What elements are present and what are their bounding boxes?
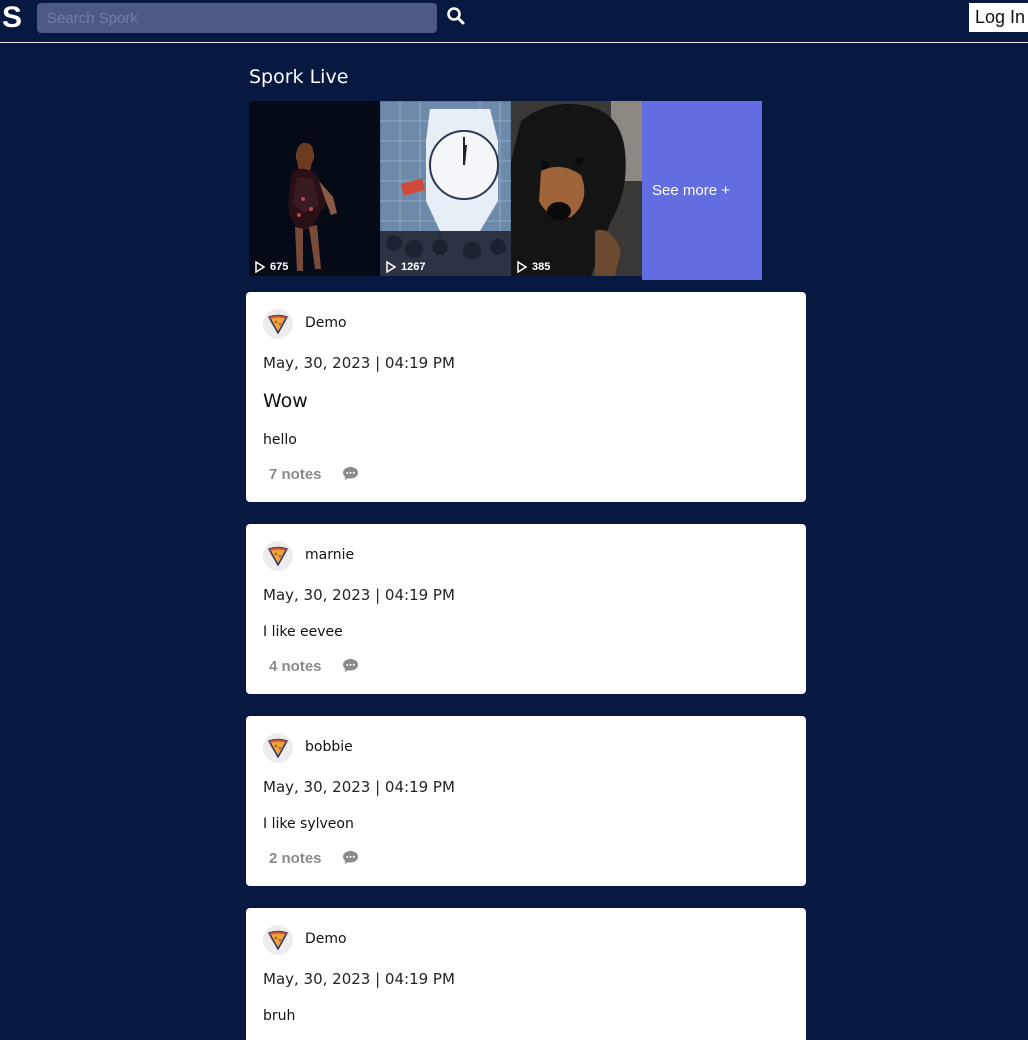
post-date: May, 30, 2023 | 04:19 PM bbox=[263, 354, 455, 372]
pizza-avatar-icon bbox=[268, 738, 288, 758]
post-body: I like eevee bbox=[263, 624, 343, 640]
live-video-1[interactable]: 675 bbox=[249, 101, 380, 276]
pizza-avatar-icon bbox=[268, 546, 288, 566]
view-count: 385 bbox=[532, 261, 551, 273]
top-navbar: S Log In bbox=[0, 0, 1028, 43]
post-date: May, 30, 2023 | 04:19 PM bbox=[263, 970, 455, 988]
post-card: bobbie May, 30, 2023 | 04:19 PM I like s… bbox=[246, 716, 806, 886]
live-video-row: 675 1267 385 See more + bbox=[249, 101, 762, 280]
post-date: May, 30, 2023 | 04:19 PM bbox=[263, 586, 455, 604]
video-3-views: 385 bbox=[516, 261, 550, 273]
video-1-views: 675 bbox=[254, 261, 288, 273]
live-section-title: Spork Live bbox=[249, 66, 349, 88]
post-title: Wow bbox=[263, 390, 308, 412]
comment-icon[interactable] bbox=[342, 466, 359, 481]
play-icon bbox=[255, 261, 266, 273]
play-icon bbox=[517, 261, 528, 273]
post-username[interactable]: bobbie bbox=[305, 739, 353, 755]
post-date: May, 30, 2023 | 04:19 PM bbox=[263, 778, 455, 796]
post-username[interactable]: Demo bbox=[305, 315, 347, 331]
post-notes-count[interactable]: 4 notes bbox=[269, 658, 322, 675]
post-username[interactable]: marnie bbox=[305, 547, 354, 563]
avatar[interactable] bbox=[263, 733, 293, 763]
pizza-avatar-icon bbox=[268, 314, 288, 334]
comment-icon[interactable] bbox=[342, 850, 359, 865]
search-button[interactable] bbox=[445, 6, 467, 28]
post-body: hello bbox=[263, 432, 297, 448]
video-thumbnail-singer bbox=[249, 101, 380, 276]
post-body: bruh bbox=[263, 1008, 296, 1024]
pizza-avatar-icon bbox=[268, 930, 288, 950]
post-notes-count[interactable]: 2 notes bbox=[269, 850, 322, 867]
post-body: I like sylveon bbox=[263, 816, 354, 832]
video-2-views: 1267 bbox=[385, 261, 425, 273]
avatar[interactable] bbox=[263, 309, 293, 339]
post-card: Demo May, 30, 2023 | 04:19 PM bruh bbox=[246, 908, 806, 1040]
post-card: Demo May, 30, 2023 | 04:19 PM Wow hello … bbox=[246, 292, 806, 502]
view-count: 675 bbox=[270, 261, 289, 273]
login-button[interactable]: Log In bbox=[969, 3, 1028, 32]
view-count: 1267 bbox=[401, 261, 426, 273]
search-icon bbox=[447, 7, 465, 25]
comment-icon[interactable] bbox=[342, 658, 359, 673]
see-more-button[interactable]: See more + bbox=[642, 101, 762, 280]
video-thumbnail-clock bbox=[380, 101, 511, 276]
spork-logo[interactable]: S bbox=[2, 1, 22, 35]
post-card: marnie May, 30, 2023 | 04:19 PM I like e… bbox=[246, 524, 806, 694]
post-notes-count[interactable]: 7 notes bbox=[269, 466, 322, 483]
live-video-2[interactable]: 1267 bbox=[380, 101, 511, 276]
post-username[interactable]: Demo bbox=[305, 931, 347, 947]
live-video-3[interactable]: 385 bbox=[511, 101, 642, 276]
play-icon bbox=[386, 261, 397, 273]
video-thumbnail-dog bbox=[511, 101, 642, 276]
avatar[interactable] bbox=[263, 541, 293, 571]
avatar[interactable] bbox=[263, 925, 293, 955]
search-input[interactable] bbox=[37, 3, 437, 33]
